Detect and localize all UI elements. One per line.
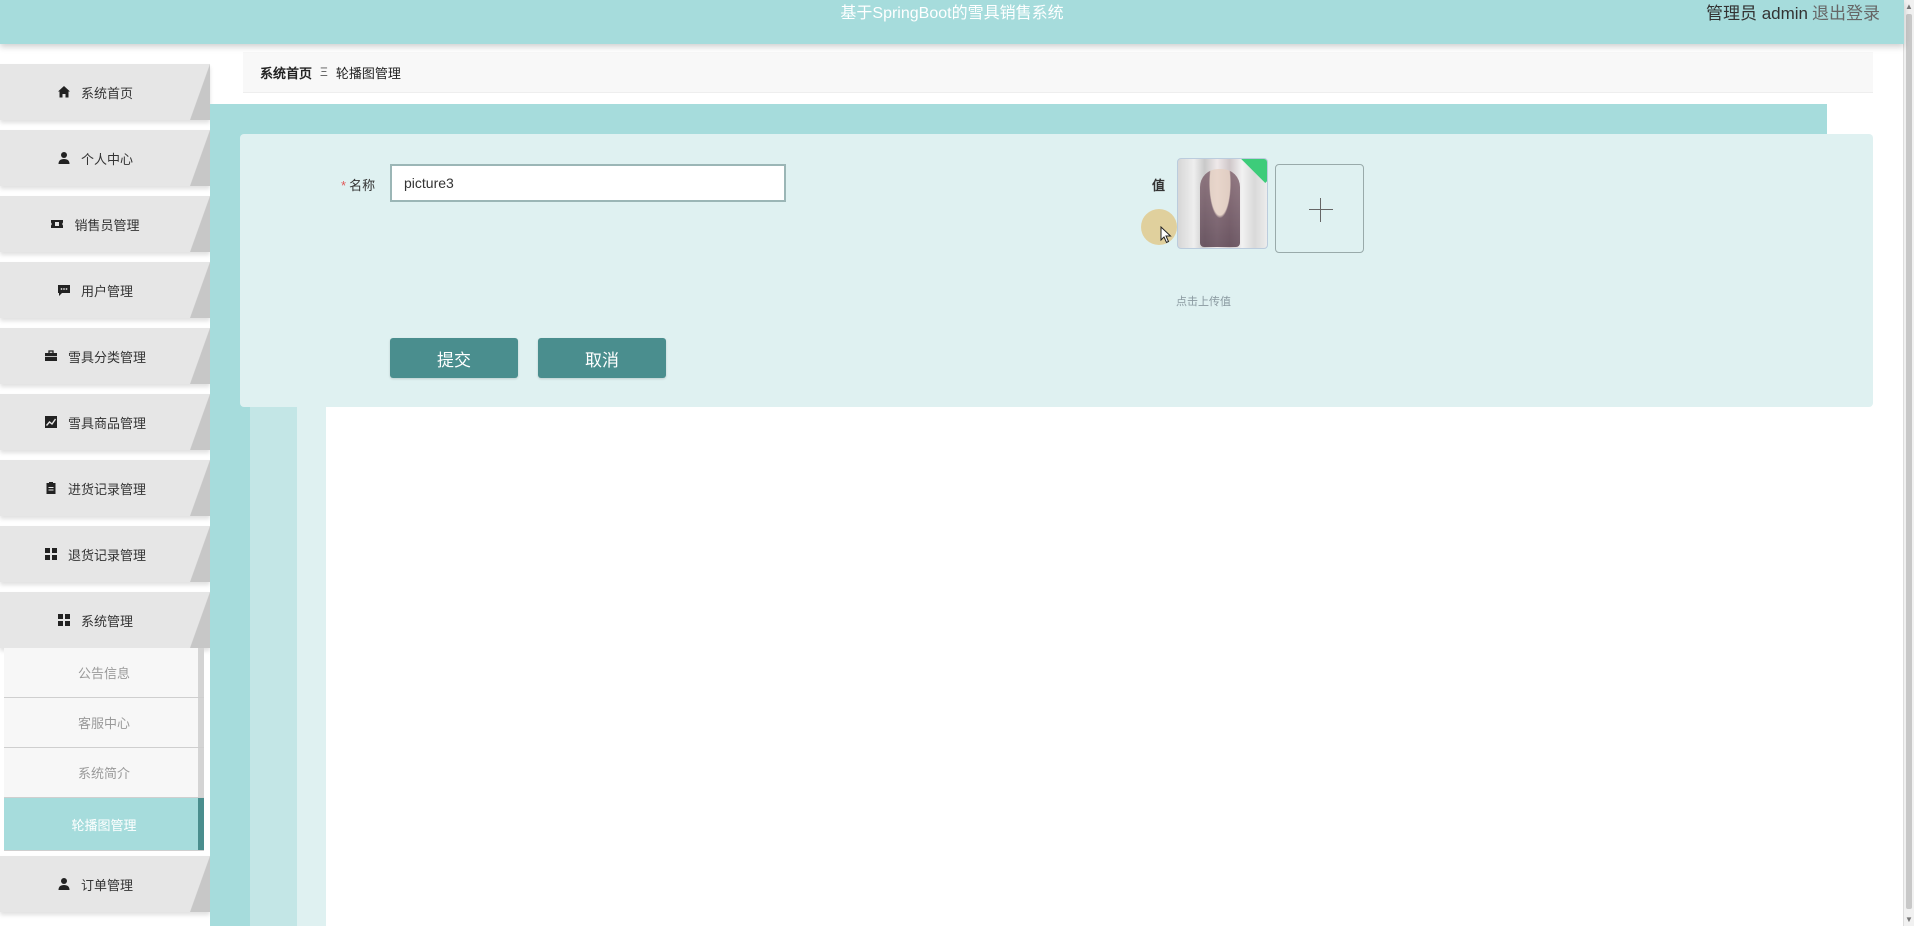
submenu-item-carousel[interactable]: 轮播图管理 [4, 798, 204, 851]
sidebar-item-profile[interactable]: 个人中心 [0, 130, 210, 186]
grid-icon [57, 614, 70, 626]
app-title: 基于SpringBoot的雪具销售系统 [840, 5, 1064, 22]
sidebar-item-home[interactable]: 系统首页 [0, 64, 210, 120]
uploaded-image-thumbnail[interactable] [1177, 158, 1268, 249]
mouse-pointer-icon [1160, 226, 1172, 244]
page-scrollbar[interactable]: ▲ ▼ [1903, 0, 1914, 926]
logout-link[interactable]: 退出登录 [1812, 0, 1880, 28]
top-header: 基于SpringBoot的雪具销售系统 管理员 admin 退出登录 [0, 0, 1904, 44]
scroll-up-arrow-icon[interactable]: ▲ [1905, 2, 1913, 11]
sidebar-item-label: 订单管理 [80, 877, 133, 893]
sidebar-item-return-records[interactable]: 退货记录管理 [0, 526, 210, 582]
submenu-item-label: 系统简介 [77, 766, 130, 781]
sidebar-item-salesperson[interactable]: 销售员管理 [0, 196, 210, 252]
submenu-item-system-intro[interactable]: 系统简介 [4, 748, 204, 798]
chart-icon [44, 416, 57, 428]
sidebar-item-label: 销售员管理 [74, 217, 140, 233]
user-icon [58, 152, 70, 164]
upload-image-button[interactable] [1275, 164, 1364, 253]
sidebar-item-label: 系统首页 [80, 85, 133, 101]
submit-button[interactable]: 提交 [390, 338, 518, 378]
required-mark: * [341, 178, 347, 193]
submenu-item-label: 公告信息 [77, 666, 130, 681]
scroll-down-arrow-icon[interactable]: ▼ [1905, 915, 1913, 924]
clipboard-icon [46, 482, 56, 494]
breadcrumb: 系统首页 Ξ 轮播图管理 [243, 52, 1873, 93]
sidebar-item-label: 个人中心 [80, 151, 133, 167]
breadcrumb-current: 轮播图管理 [335, 65, 401, 81]
name-input[interactable] [390, 164, 786, 202]
submenu-item-label: 客服中心 [77, 716, 130, 731]
current-user: 管理员 admin [1705, 4, 1808, 23]
sidebar-item-users[interactable]: 用户管理 [0, 262, 210, 318]
sidebar-item-label: 进货记录管理 [67, 481, 146, 497]
sidebar-item-label: 用户管理 [80, 283, 133, 299]
submenu-item-announcements[interactable]: 公告信息 [4, 648, 204, 698]
submenu-item-label: 轮播图管理 [71, 817, 137, 833]
sidebar-item-ski-category[interactable]: 雪具分类管理 [0, 328, 210, 384]
plus-icon [1309, 209, 1333, 210]
sidebar-item-orders[interactable]: 订单管理 [0, 856, 210, 912]
sidebar-item-label: 雪具分类管理 [67, 349, 146, 365]
breadcrumb-separator: Ξ [320, 65, 328, 79]
submenu-item-customer-service[interactable]: 客服中心 [4, 698, 204, 748]
sidebar-item-system[interactable]: 系统管理 [0, 592, 210, 648]
sidebar-item-label: 雪具商品管理 [67, 415, 146, 431]
chat-icon [57, 285, 70, 296]
value-label: 值 [1152, 178, 1166, 193]
user-icon [58, 878, 70, 890]
name-label: * 名称 [341, 178, 376, 193]
breadcrumb-home[interactable]: 系统首页 [260, 63, 312, 82]
ticket-icon [51, 220, 64, 228]
sidebar-item-purchase-records[interactable]: 进货记录管理 [0, 460, 210, 516]
sidebar-item-ski-products[interactable]: 雪具商品管理 [0, 394, 210, 450]
sidebar-item-label: 退货记录管理 [67, 547, 146, 563]
sidebar-item-label: 系统管理 [80, 613, 133, 629]
home-icon [57, 86, 70, 98]
briefcase-icon [44, 350, 57, 361]
upload-hint: 点击上传值 [1176, 296, 1231, 308]
sidebar: 系统首页 个人中心 销售员管理 用户管理 雪具分类管理 雪具商品管理 进货记录管… [0, 44, 210, 926]
upload-success-badge [1236, 159, 1267, 184]
grid-icon [44, 548, 57, 560]
cancel-button[interactable]: 取消 [538, 338, 666, 378]
scrollbar-thumb[interactable] [1906, 14, 1912, 909]
